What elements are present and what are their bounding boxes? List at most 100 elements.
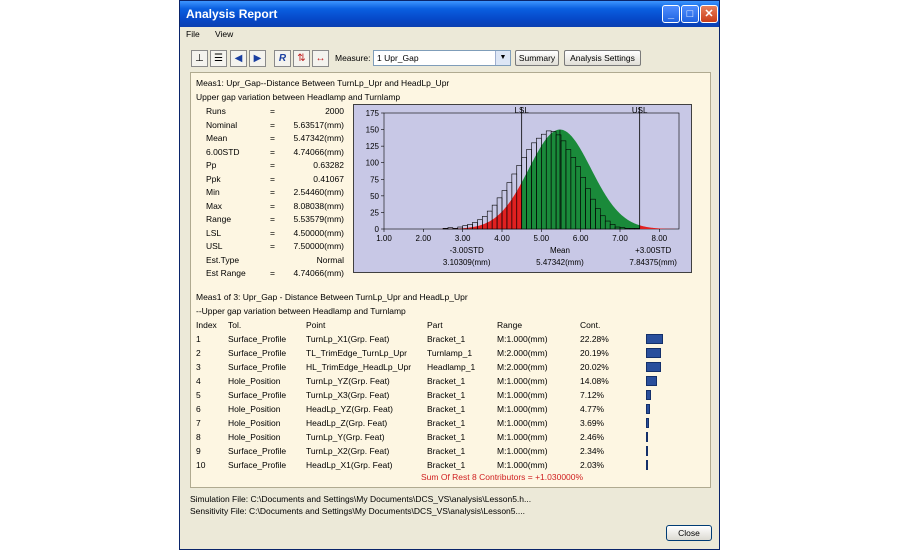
table-row[interactable]: 2 Surface_Profile TL_TrimEdge_TurnLp_Upr Tu… <box>191 346 691 360</box>
cell-cont: 2.46% <box>580 432 605 442</box>
cell-tol: Surface_Profile <box>228 390 287 400</box>
lsl-label: LSL <box>515 106 530 115</box>
stat-value: 2000 <box>325 106 344 116</box>
contribution-bar <box>646 460 648 470</box>
cell-part: Bracket_1 <box>427 432 466 442</box>
cell-range: M:2.000(mm) <box>497 348 548 358</box>
contributor-icon[interactable]: ⇅ <box>293 50 310 67</box>
contribution-bar <box>646 418 649 428</box>
cell-tol: Surface_Profile <box>228 460 287 470</box>
table-row[interactable]: 9 Surface_Profile TurnLp_X2(Grp. Feat) Brac… <box>191 444 691 458</box>
menu-file[interactable]: File <box>186 27 200 42</box>
cell-cont: 20.19% <box>580 348 609 358</box>
cell-range: M:1.000(mm) <box>497 376 548 386</box>
stat-equals: = <box>270 227 275 238</box>
cell-index: 7 <box>196 418 201 428</box>
cell-part: Bracket_1 <box>427 418 466 428</box>
marker-value: 3.10309(mm) <box>443 258 491 267</box>
x-tick-label: 5.00 <box>534 234 550 243</box>
stat-name: 6.00STD <box>206 146 240 157</box>
cell-point: TL_TrimEdge_TurnLp_Upr <box>306 348 407 358</box>
cell-cont: 14.08% <box>580 376 609 386</box>
cell-part: Bracket_1 <box>427 460 466 470</box>
table-row[interactable]: 6 Hole_Position HeadLp_YZ(Grp. Feat) Bracke… <box>191 402 691 416</box>
histogram-icon[interactable]: ⊥ <box>191 50 208 67</box>
table-row[interactable]: 3 Surface_Profile HL_TrimEdge_HeadLp_Upr He… <box>191 360 691 374</box>
maximize-button[interactable]: □ <box>681 5 699 23</box>
back-arrow-icon[interactable]: ◀ <box>230 50 247 67</box>
marker-label: -3.00STD <box>450 246 484 255</box>
table-row[interactable]: 4 Hole_Position TurnLp_YZ(Grp. Feat) Bracke… <box>191 374 691 388</box>
table-row[interactable]: 5 Surface_Profile TurnLp_X3(Grp. Feat) Brac… <box>191 388 691 402</box>
chevron-down-icon[interactable]: ▼ <box>495 51 510 65</box>
cell-index: 5 <box>196 390 201 400</box>
stat-value: 0.63282 <box>313 160 344 170</box>
forward-arrow-icon[interactable]: ▶ <box>249 50 266 67</box>
marker-value: 7.84375(mm) <box>629 258 677 267</box>
cell-tol: Surface_Profile <box>228 446 287 456</box>
cell-tol: Hole_Position <box>228 404 281 414</box>
stat-value: 7.50000(mm) <box>293 241 344 251</box>
window-title: Analysis Report <box>186 7 278 21</box>
report-heading: Meas1: Upr_Gap--Distance Between TurnLp_… <box>196 78 450 88</box>
close-button[interactable]: Close <box>666 525 712 541</box>
report-panel: Meas1: Upr_Gap--Distance Between TurnLp_… <box>190 72 711 488</box>
y-tick-label: 0 <box>375 225 380 234</box>
histogram-chart: 0 25 50 75 100 125 150 175 1.00 2.00 3.00 4.00 5.00 6… <box>353 104 692 273</box>
cell-index: 8 <box>196 432 201 442</box>
r-icon[interactable]: R <box>274 50 291 67</box>
stat-name: LSL <box>206 227 222 238</box>
cell-range: M:1.000(mm) <box>497 446 548 456</box>
stat-name: Est.Type <box>206 254 240 265</box>
cell-cont: 22.28% <box>580 334 609 344</box>
title-bar[interactable]: Analysis Report _ □ ✕ <box>180 1 719 27</box>
marker-value: 5.47342(mm) <box>536 258 584 267</box>
cell-tol: Surface_Profile <box>228 348 287 358</box>
menu-bar: File View <box>180 27 719 42</box>
cell-part: Bracket_1 <box>427 390 466 400</box>
range-icon[interactable]: ↔ <box>312 50 329 67</box>
stat-equals: = <box>270 160 275 170</box>
menu-view[interactable]: View <box>215 27 233 42</box>
stat-value: 8.08038(mm) <box>293 200 344 211</box>
stat-equals: = <box>270 173 275 184</box>
cell-index: 3 <box>196 362 201 372</box>
close-window-button[interactable]: ✕ <box>700 5 718 23</box>
table-row[interactable]: 10 Surface_Profile HeadLp_X1(Grp. Feat) Bra… <box>191 458 691 472</box>
x-tick-label: 8.00 <box>652 234 668 243</box>
stat-name: Max <box>206 200 223 211</box>
cell-range: M:1.000(mm) <box>497 418 548 428</box>
stat-name: Nominal <box>206 119 238 130</box>
table-row[interactable]: 8 Hole_Position TurnLp_Y(Grp. Feat) Bracket… <box>191 430 691 444</box>
sensitivity-file-path: Sensitivity File: C:\Documents and Setti… <box>190 506 525 516</box>
table-row[interactable]: 1 Surface_Profile TurnLp_X1(Grp. Feat) Brac… <box>191 332 691 346</box>
stat-value: 5.63517(mm) <box>293 119 344 130</box>
y-tick-label: 150 <box>366 126 380 135</box>
stat-name: Mean <box>206 133 228 143</box>
y-tick-label: 100 <box>366 159 380 168</box>
cell-tol: Surface_Profile <box>228 362 287 372</box>
measure-select[interactable]: 1 Upr_Gap ▼ <box>373 50 511 66</box>
x-tick-label: 1.00 <box>376 234 392 243</box>
x-tick-label: 7.00 <box>612 234 628 243</box>
contribution-bar <box>646 334 663 344</box>
contributors-header: Index Tol. Point Part Range Cont. <box>191 320 691 332</box>
cell-range: M:1.000(mm) <box>497 432 548 442</box>
stat-equals: = <box>270 200 275 211</box>
stat-name: Pp <box>206 160 217 170</box>
table-row[interactable]: 7 Hole_Position HeadLp_Z(Grp. Feat) Bracket… <box>191 416 691 430</box>
analysis-settings-button[interactable]: Analysis Settings <box>564 50 641 66</box>
stat-name: Ppk <box>206 173 221 184</box>
stat-equals: = <box>270 133 275 143</box>
cell-part: Bracket_1 <box>427 446 466 456</box>
stat-equals: = <box>270 241 275 251</box>
minimize-button[interactable]: _ <box>662 5 680 23</box>
col-range: Range <box>497 320 523 330</box>
cell-index: 4 <box>196 376 201 386</box>
summary-button[interactable]: Summary <box>515 50 559 66</box>
table-icon[interactable]: ☰ <box>210 50 227 67</box>
stat-value: 4.74066(mm) <box>293 268 344 278</box>
stat-equals: = <box>270 146 275 157</box>
x-tick-label: 4.00 <box>494 234 510 243</box>
report-subheading: Upper gap variation between Headlamp and… <box>196 92 401 102</box>
